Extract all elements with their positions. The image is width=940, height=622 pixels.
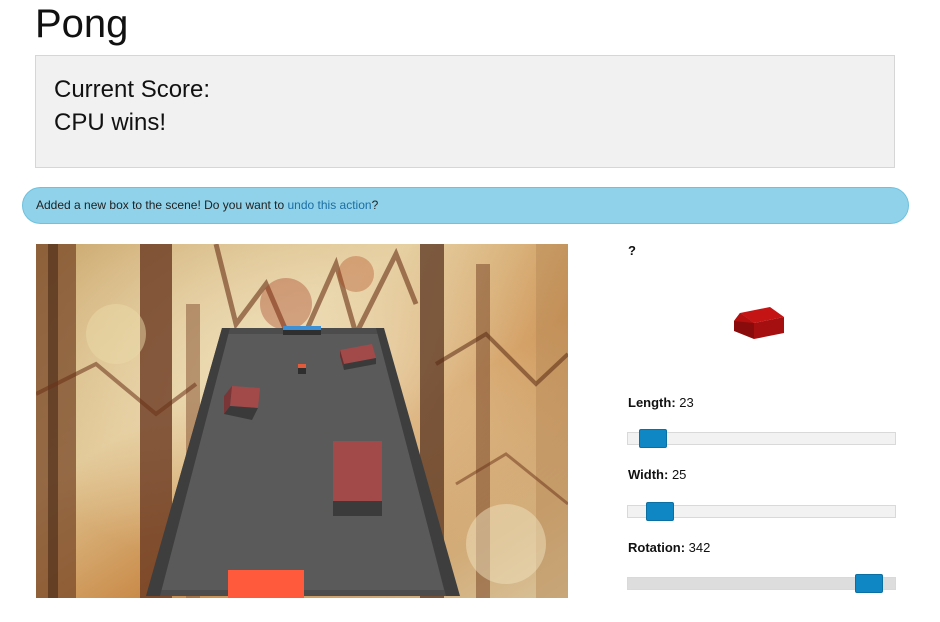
length-slider-handle[interactable] <box>639 429 667 448</box>
help-icon[interactable]: ? <box>628 243 636 258</box>
score-value: CPU wins! <box>54 109 167 136</box>
player-paddle <box>228 570 304 598</box>
score-panel: Current Score: CPU wins! <box>35 55 895 168</box>
ball <box>298 364 306 374</box>
notification-bar: Added a new box to the scene! Do you wan… <box>22 187 909 224</box>
box-preview <box>734 307 784 339</box>
game-scene[interactable] <box>36 244 568 598</box>
width-label: Width: 25 <box>628 467 687 482</box>
notification-text-end: ? <box>371 198 379 212</box>
width-slider-handle[interactable] <box>646 502 674 521</box>
width-value: 25 <box>671 467 687 482</box>
undo-link[interactable]: undo this action <box>288 198 372 212</box>
length-slider[interactable] <box>627 429 896 448</box>
game-canvas[interactable] <box>36 244 568 598</box>
length-label: Length: 23 <box>628 395 694 410</box>
rotation-slider-handle[interactable] <box>855 574 883 593</box>
rotation-label: Rotation: 342 <box>628 540 711 555</box>
width-slider[interactable] <box>627 502 896 521</box>
notification-text: Added a new box to the scene! Do you wan… <box>36 198 288 212</box>
page-title: Pong <box>35 2 129 46</box>
rotation-slider[interactable] <box>627 574 896 593</box>
score-label: Current Score: <box>54 76 211 103</box>
length-value: 23 <box>679 395 694 410</box>
rotation-value: 342 <box>688 540 711 555</box>
cpu-paddle <box>283 326 321 335</box>
scene-box <box>333 441 382 516</box>
